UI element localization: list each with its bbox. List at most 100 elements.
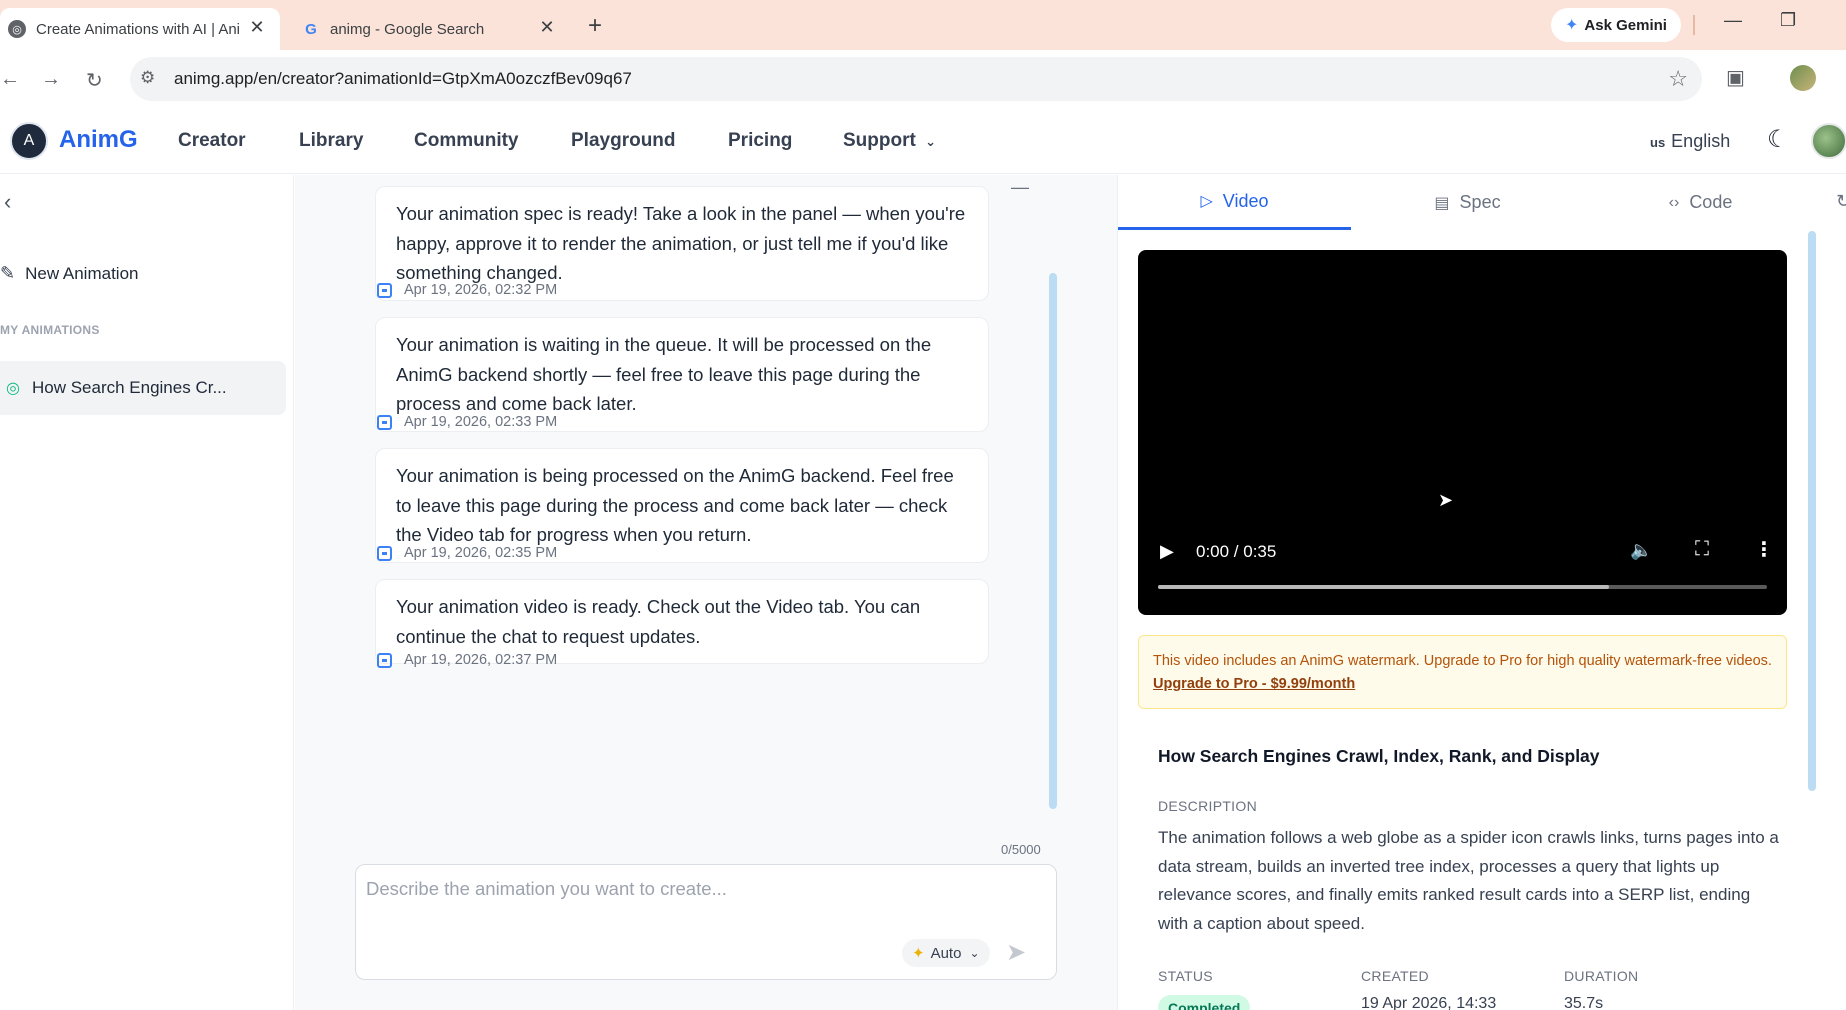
status-badge: Completed — [1158, 995, 1251, 1010]
app-header: A AnimG Creator Library Community Playgr… — [0, 108, 1846, 174]
timestamp-text: Apr 19, 2026, 02:37 PM — [404, 652, 558, 668]
video-buffer-fill — [1158, 585, 1609, 589]
video-player[interactable]: ➤ ▶ 0:00 / 0:35 🔈 ⛶ ⋮ — [1138, 250, 1787, 615]
logo-icon[interactable]: A — [10, 122, 48, 160]
forward-icon[interactable]: → — [41, 68, 61, 91]
mode-label: Auto — [930, 944, 962, 962]
google-icon: G — [305, 20, 317, 38]
video-time: 0:00 / 0:35 — [1196, 542, 1277, 561]
animation-description: The animation follows a web globe as a s… — [1158, 828, 1779, 933]
message-timestamp: Apr 19, 2026, 02:35 PM — [377, 545, 557, 561]
nav-library[interactable]: Library — [299, 130, 363, 152]
new-tab-button[interactable]: + — [588, 12, 602, 40]
url-text: animg.app/en/creator?animationId=GtpXmA0… — [174, 69, 632, 88]
language-label: English — [1671, 131, 1731, 151]
panel-scrollbar[interactable] — [1808, 231, 1816, 791]
fullscreen-icon[interactable]: ⛶ — [1695, 538, 1709, 561]
restore-icon[interactable]: ❐ — [1780, 10, 1796, 31]
ask-gemini-label: Ask Gemini — [1584, 16, 1667, 34]
video-progress-bar[interactable] — [1158, 585, 1767, 589]
more-options-icon[interactable]: ⋮ — [1754, 537, 1774, 562]
sparkle-icon: ✦ — [912, 945, 925, 962]
mouse-cursor-icon: ➤ — [1438, 490, 1454, 510]
browser-tab-active[interactable]: ◎ Create Animations with AI | AnimG ✕ — [0, 8, 280, 50]
browser-tabstrip: ◎ Create Animations with AI | AnimG ✕ G … — [0, 0, 1846, 50]
timestamp-text: Apr 19, 2026, 02:35 PM — [404, 545, 558, 561]
sidebar-item-animation[interactable]: ◎ How Search Engines Cr... — [0, 361, 286, 415]
section-label: MY ANIMATIONS — [0, 323, 100, 337]
chevron-down-icon: ⌄ — [925, 134, 937, 149]
sidebar: ‹ ✎ New Animation MY ANIMATIONS ◎ How Se… — [0, 175, 294, 1010]
reading-list-icon[interactable]: ▣ — [1726, 65, 1745, 90]
status-label: STATUS — [1158, 968, 1213, 984]
close-tab-icon[interactable]: ✕ — [536, 17, 558, 38]
nav-community[interactable]: Community — [414, 130, 519, 152]
mode-dropdown[interactable]: ✦ Auto ⌄ — [902, 939, 990, 967]
send-icon[interactable]: ➤ — [1006, 938, 1026, 967]
calendar-icon — [377, 282, 392, 298]
character-counter: 0/5000 — [1001, 842, 1041, 857]
tab-code[interactable]: ‹› Code — [1584, 175, 1817, 230]
bookmark-star-icon[interactable]: ☆ — [1668, 66, 1688, 92]
timestamp-text: Apr 19, 2026, 02:32 PM — [404, 282, 558, 298]
nav-pricing[interactable]: Pricing — [728, 130, 792, 152]
tab-title: Create Animations with AI | AnimG — [36, 20, 241, 38]
ask-gemini-button[interactable]: ✦ Ask Gemini — [1551, 8, 1681, 42]
brand-name[interactable]: AnimG — [59, 126, 138, 154]
address-bar[interactable]: ⚙ animg.app/en/creator?animationId=GtpXm… — [130, 57, 1702, 101]
back-icon[interactable]: ← — [0, 68, 20, 91]
play-icon[interactable]: ▶ — [1160, 541, 1174, 562]
nav-support[interactable]: Support ⌄ — [843, 130, 936, 152]
refresh-icon[interactable]: ↻ — [1836, 191, 1846, 212]
play-outline-icon: ▷ — [1200, 193, 1213, 210]
tab-spec[interactable]: ▤ Spec — [1351, 175, 1584, 230]
code-icon: ‹› — [1668, 193, 1680, 211]
preview-panel: ▷ Video ▤ Spec ‹› Code ↻ ➤ ▶ 0:00 / 0:35 🔈 … — [1117, 175, 1846, 1010]
chat-scrollbar[interactable] — [1049, 273, 1057, 809]
nav-creator[interactable]: Creator — [178, 130, 246, 152]
dark-mode-toggle-icon[interactable]: ☾ — [1767, 125, 1789, 154]
nav-support-label: Support — [843, 130, 916, 151]
animation-title: How Search Engines Crawl, Index, Rank, a… — [1158, 746, 1600, 766]
nav-playground[interactable]: Playground — [571, 130, 676, 152]
edit-icon: ✎ — [0, 263, 16, 283]
calendar-icon — [377, 414, 392, 430]
language-selector[interactable]: us English — [1650, 131, 1730, 152]
upgrade-link[interactable]: Upgrade to Pro - $9.99/month — [1153, 676, 1355, 692]
browser-tab-google[interactable]: G animg - Google Search ✕ — [290, 8, 570, 50]
duration-label: DURATION — [1564, 968, 1639, 984]
sidebar-item-label: How Search Engines Cr... — [31, 378, 227, 397]
country-code: us — [1650, 135, 1666, 150]
tab-video[interactable]: ▷ Video — [1118, 175, 1351, 230]
calendar-icon — [377, 652, 392, 668]
profile-avatar[interactable] — [1790, 65, 1816, 91]
message-timestamp: Apr 19, 2026, 02:37 PM — [377, 652, 557, 668]
created-value: 19 Apr 2026, 14:33 — [1361, 995, 1497, 1010]
new-animation-button[interactable]: ✎ New Animation — [0, 263, 138, 284]
timestamp-text: Apr 19, 2026, 02:33 PM — [404, 414, 558, 430]
prompt-input[interactable] — [366, 875, 1046, 903]
minimize-icon[interactable]: — — [1724, 10, 1742, 31]
description-label: DESCRIPTION — [1158, 798, 1257, 814]
user-avatar[interactable] — [1811, 123, 1846, 159]
close-tab-icon[interactable]: ✕ — [246, 17, 268, 38]
check-circle-icon: ◎ — [6, 380, 20, 397]
gemini-sparkle-icon: ✦ — [1565, 17, 1579, 34]
tabstrip-divider — [1693, 15, 1695, 35]
message-timestamp: Apr 19, 2026, 02:33 PM — [377, 414, 557, 430]
watermark-notice: This video includes an AnimG watermark. … — [1138, 635, 1787, 709]
minus-icon: — — [1011, 177, 1029, 197]
new-animation-label: New Animation — [25, 263, 139, 283]
created-label: CREATED — [1361, 968, 1429, 984]
chat-composer: ✦ Auto ⌄ ➤ — [355, 864, 1057, 980]
site-settings-icon[interactable]: ⚙ — [140, 68, 155, 88]
collapse-sidebar-icon[interactable]: ‹ — [4, 189, 11, 215]
watermark-text: This video includes an AnimG watermark. … — [1153, 653, 1772, 669]
browser-toolbar: ← → ↻ ⚙ animg.app/en/creator?animationId… — [0, 50, 1846, 108]
duration-value: 35.7s — [1564, 995, 1604, 1010]
tab-label: Spec — [1459, 192, 1501, 212]
reload-icon[interactable]: ↻ — [86, 68, 103, 93]
volume-icon[interactable]: 🔈 — [1630, 540, 1652, 561]
tab-label: Code — [1689, 192, 1733, 212]
tab-label: Video — [1222, 190, 1269, 211]
